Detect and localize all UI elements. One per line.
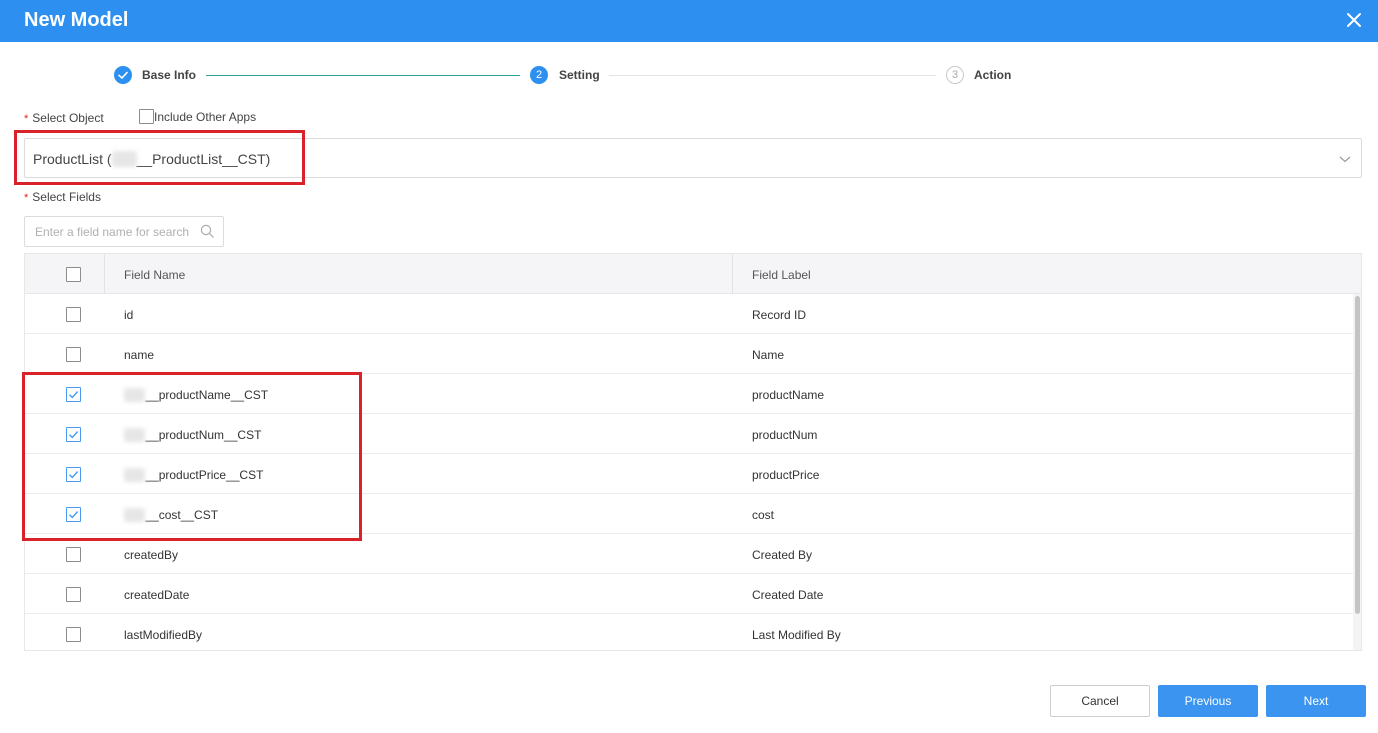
include-other-apps-label: Include Other Apps bbox=[154, 109, 257, 124]
row-checkbox[interactable] bbox=[66, 547, 81, 562]
field-label-cell: Name bbox=[752, 348, 785, 362]
include-other-apps-checkbox[interactable] bbox=[139, 109, 154, 125]
field-name-text: createdBy bbox=[124, 548, 179, 562]
field-label-cell: Record ID bbox=[752, 308, 807, 322]
select-fields-label: * Select Fields bbox=[24, 190, 101, 204]
next-button[interactable]: Next bbox=[1266, 685, 1366, 717]
field-label-cell: productNum bbox=[752, 428, 818, 442]
scrollbar-thumb[interactable] bbox=[1355, 296, 1360, 614]
table-header: Field Name Field Label bbox=[25, 254, 1361, 294]
row-checkbox[interactable] bbox=[66, 307, 81, 322]
table-row[interactable]: lastModifiedBy Last Modified By bbox=[25, 614, 1353, 650]
field-label-cell: Created Date bbox=[752, 588, 824, 602]
table-row[interactable]: name Name bbox=[25, 334, 1353, 374]
annotation-box-fields bbox=[22, 372, 362, 541]
step-number-2: 2 bbox=[530, 66, 548, 84]
include-other-apps[interactable]: Include Other Apps bbox=[139, 109, 257, 125]
steps-bar: Base Info 2 Setting 3 Action bbox=[0, 66, 1378, 86]
field-name-text: name bbox=[124, 348, 155, 362]
field-name-cell: createdDate bbox=[124, 588, 189, 602]
column-header-field-label: Field Label bbox=[752, 268, 811, 282]
check-icon bbox=[114, 66, 132, 84]
field-name-cell: name bbox=[124, 348, 154, 362]
field-search[interactable] bbox=[24, 216, 224, 247]
step-number-3: 3 bbox=[946, 66, 964, 84]
required-asterisk: * bbox=[24, 192, 29, 204]
field-name-cell: id bbox=[124, 308, 133, 322]
close-icon[interactable] bbox=[1346, 12, 1362, 28]
previous-button[interactable]: Previous bbox=[1158, 685, 1258, 717]
step-action: Action bbox=[974, 68, 1012, 82]
select-all-checkbox[interactable] bbox=[66, 267, 81, 282]
field-name-text: id bbox=[124, 308, 134, 322]
step-base-info: Base Info bbox=[142, 68, 197, 82]
table-row[interactable]: createdDate Created Date bbox=[25, 574, 1353, 614]
field-label-cell: Last Modified By bbox=[752, 628, 841, 642]
step-connector-done bbox=[206, 75, 520, 76]
row-checkbox[interactable] bbox=[66, 627, 81, 642]
search-icon[interactable] bbox=[200, 224, 215, 242]
field-label-cell: Created By bbox=[752, 548, 813, 562]
row-checkbox[interactable] bbox=[66, 587, 81, 602]
field-label-cell: productName bbox=[752, 388, 825, 402]
field-name-text: lastModifiedBy bbox=[124, 628, 203, 642]
chevron-down-icon[interactable] bbox=[1339, 153, 1351, 167]
select-object-label: * Select Object bbox=[24, 111, 104, 125]
column-header-field-name: Field Name bbox=[124, 268, 186, 282]
step-connector-pending bbox=[609, 75, 936, 76]
field-name-cell: createdBy bbox=[124, 548, 178, 562]
step-setting: Setting bbox=[559, 68, 600, 82]
column-divider bbox=[732, 254, 733, 294]
dialog-title: New Model bbox=[24, 9, 129, 31]
field-search-input[interactable] bbox=[25, 217, 195, 246]
field-name-text: createdDate bbox=[124, 588, 190, 602]
select-object-label-text: Select Object bbox=[32, 111, 104, 125]
row-checkbox[interactable] bbox=[66, 347, 81, 362]
table-row[interactable]: id Record ID bbox=[25, 294, 1353, 334]
required-asterisk: * bbox=[24, 113, 29, 125]
field-label-cell: cost bbox=[752, 508, 775, 522]
column-divider bbox=[104, 254, 105, 294]
field-label-cell: productPrice bbox=[752, 468, 820, 482]
field-name-cell: lastModifiedBy bbox=[124, 628, 202, 642]
select-fields-label-text: Select Fields bbox=[32, 190, 101, 204]
annotation-box-object bbox=[14, 130, 305, 185]
dialog-header: New Model bbox=[0, 0, 1378, 42]
cancel-button[interactable]: Cancel bbox=[1050, 685, 1150, 717]
